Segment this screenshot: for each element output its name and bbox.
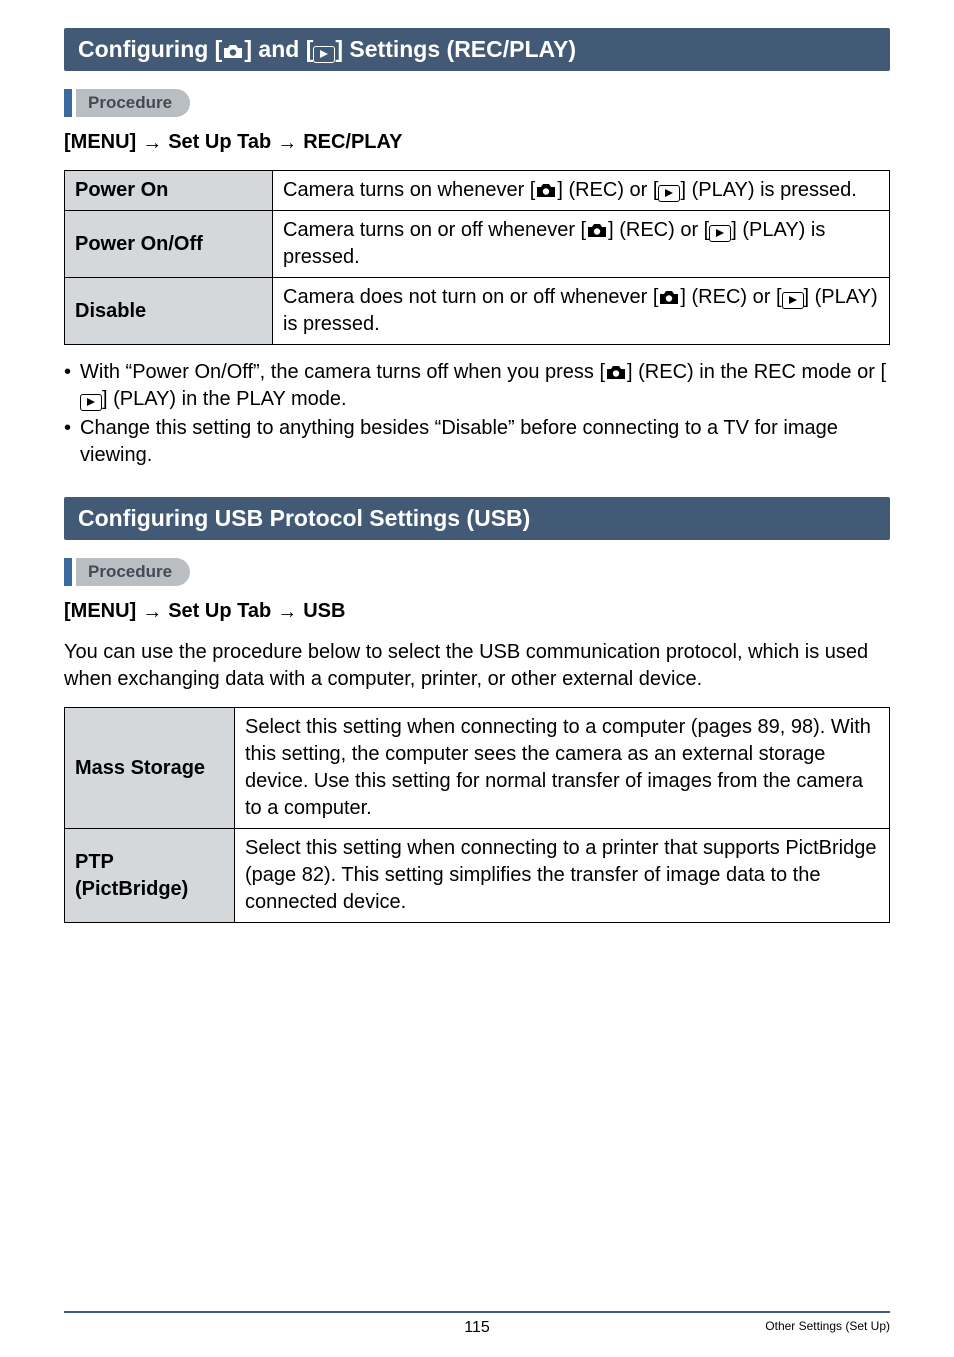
- procedure-pill: Procedure: [76, 89, 190, 117]
- table-row: PTP (PictBridge) Select this setting whe…: [65, 829, 890, 923]
- arrow-icon: →: [277, 133, 297, 153]
- menu-path-item: REC/PLAY: [303, 131, 402, 154]
- usb-settings-table: Mass Storage Select this setting when co…: [64, 707, 890, 923]
- menu-path-menu: [MENU]: [64, 131, 136, 154]
- procedure-label-row: Procedure: [64, 558, 890, 586]
- arrow-icon: →: [277, 602, 297, 622]
- menu-path-item: USB: [303, 600, 345, 623]
- camera-rec-icon: [658, 290, 680, 305]
- menu-path-recplay: [MENU] → Set Up Tab → REC/PLAY: [64, 131, 890, 154]
- row-desc: Camera turns on or off whenever [] (REC)…: [273, 211, 890, 278]
- usb-intro-text: You can use the procedure below to selec…: [64, 639, 890, 693]
- menu-path-menu: [MENU]: [64, 600, 136, 623]
- section-title-part: ] Settings (REC/PLAY): [335, 36, 576, 62]
- row-label: Power On/Off: [65, 211, 273, 278]
- section-header-usb: Configuring USB Protocol Settings (USB): [64, 497, 890, 540]
- procedure-accent-bar: [64, 558, 72, 586]
- footer-section-label: Other Settings (Set Up): [690, 1319, 890, 1333]
- play-icon: [782, 292, 804, 309]
- camera-rec-icon: [605, 365, 627, 380]
- procedure-label-row: Procedure: [64, 89, 890, 117]
- recplay-settings-table: Power On Camera turns on whenever [] (RE…: [64, 170, 890, 345]
- camera-rec-icon: [222, 44, 244, 59]
- row-label: Mass Storage: [65, 708, 235, 829]
- row-desc: Select this setting when connecting to a…: [235, 829, 890, 923]
- arrow-icon: →: [142, 602, 162, 622]
- procedure-accent-bar: [64, 89, 72, 117]
- recplay-notes: With “Power On/Off”, the camera turns of…: [64, 359, 890, 469]
- note-item: Change this setting to anything besides …: [64, 415, 890, 469]
- play-icon: [658, 185, 680, 202]
- table-row: Mass Storage Select this setting when co…: [65, 708, 890, 829]
- page-footer: 115 Other Settings (Set Up): [0, 1311, 954, 1337]
- arrow-icon: →: [142, 133, 162, 153]
- menu-path-tab: Set Up Tab: [168, 600, 271, 623]
- procedure-pill: Procedure: [76, 558, 190, 586]
- row-label: Power On: [65, 171, 273, 211]
- camera-rec-icon: [535, 183, 557, 198]
- table-row: Power On/Off Camera turns on or off when…: [65, 211, 890, 278]
- camera-rec-icon: [586, 223, 608, 238]
- row-desc: Camera does not turn on or off whenever …: [273, 278, 890, 345]
- play-icon: [709, 225, 731, 242]
- section-header-recplay: Configuring [ ] and [ ] Settings (REC/PLAY…: [64, 28, 890, 71]
- section-title-part: ] and [: [244, 36, 313, 62]
- play-icon: [80, 394, 102, 411]
- table-row: Power On Camera turns on whenever [] (RE…: [65, 171, 890, 211]
- menu-path-tab: Set Up Tab: [168, 131, 271, 154]
- note-item: With “Power On/Off”, the camera turns of…: [64, 359, 890, 413]
- play-icon: [313, 46, 335, 63]
- row-label: Disable: [65, 278, 273, 345]
- table-row: Disable Camera does not turn on or off w…: [65, 278, 890, 345]
- row-label: PTP (PictBridge): [65, 829, 235, 923]
- page-number: 115: [264, 1319, 690, 1337]
- row-desc: Select this setting when connecting to a…: [235, 708, 890, 829]
- menu-path-usb: [MENU] → Set Up Tab → USB: [64, 600, 890, 623]
- row-desc: Camera turns on whenever [] (REC) or [] …: [273, 171, 890, 211]
- section-title-part: Configuring [: [78, 36, 222, 62]
